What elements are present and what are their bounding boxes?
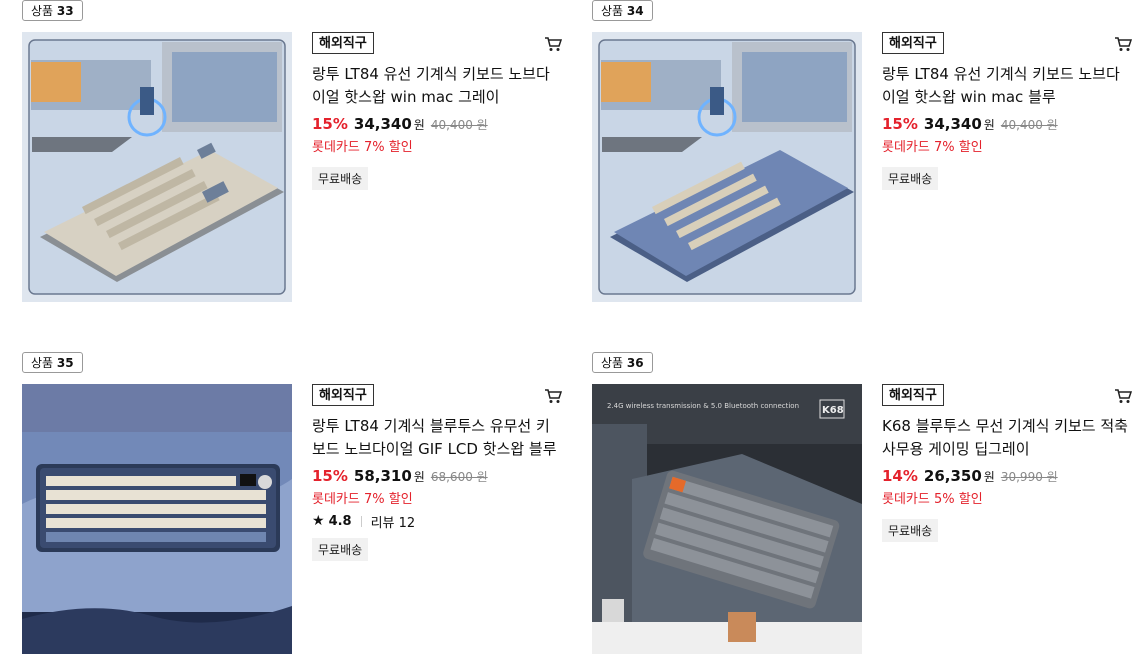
rating-score: 4.8 (328, 513, 352, 529)
discount-rate: 15% (312, 115, 348, 133)
price-row: 15% 34,340 원 40,400 원 (312, 115, 562, 135)
banner-text: 2.4G wireless transmission & 5.0 Bluetoo… (607, 402, 799, 410)
rating-row: ★ 4.8 리뷰 12 (312, 512, 562, 531)
rank-badge: 상품 33 (22, 0, 83, 21)
brand-logo-text: K68 (822, 405, 844, 416)
currency-label: 원 (413, 470, 425, 484)
product-card[interactable]: 상품 33 해외직구 랑투 LT84 유선 기계식 키보드 노브다이얼 핫스왑 … (22, 0, 562, 302)
original-price: 30,990 원 (1000, 470, 1058, 484)
original-price: 40,400 원 (1000, 118, 1058, 132)
rank-badge: 상품 34 (592, 0, 653, 21)
currency-label: 원 (413, 118, 425, 132)
product-title[interactable]: K68 블루투스 무선 기계식 키보드 적축 사무용 게이밍 딥그레이 (882, 415, 1132, 461)
free-shipping-badge: 무료배송 (882, 167, 939, 190)
cart-icon[interactable] (1114, 36, 1132, 52)
product-card[interactable]: 상품 34 해외직구 랑투 LT84 유선 기계식 키보드 노브다이얼 핫스왑 … (592, 0, 1132, 302)
sale-price: 26,350 (923, 467, 982, 485)
divider (360, 515, 362, 527)
free-shipping-badge: 무료배송 (312, 167, 369, 190)
product-image[interactable] (592, 32, 862, 302)
sale-price: 34,340 (353, 115, 412, 133)
review-count[interactable]: 리뷰 12 (371, 512, 416, 531)
cart-icon[interactable] (544, 388, 562, 404)
product-image[interactable] (22, 32, 292, 302)
overseas-direct-tag: 해외직구 (312, 32, 374, 54)
product-title[interactable]: 랑투 LT84 유선 기계식 키보드 노브다이얼 핫스왑 win mac 블루 (882, 63, 1132, 109)
card-discount: 롯데카드 7% 할인 (312, 492, 413, 507)
product-title[interactable]: 랑투 LT84 유선 기계식 키보드 노브다이얼 핫스왑 win mac 그레이 (312, 63, 562, 109)
product-image[interactable]: 2.4G wireless transmission & 5.0 Bluetoo… (592, 384, 862, 654)
product-card[interactable]: 상품 35 해외직구 랑투 LT84 기계식 블루투스 유무선 키보드 노브다이… (22, 352, 562, 654)
card-discount: 롯데카드 7% 할인 (882, 140, 983, 155)
overseas-direct-tag: 해외직구 (312, 384, 374, 406)
free-shipping-badge: 무료배송 (312, 538, 369, 561)
star-icon: ★ (312, 513, 325, 529)
cart-icon[interactable] (1114, 388, 1132, 404)
discount-rate: 15% (312, 467, 348, 485)
price-row: 15% 34,340 원 40,400 원 (882, 115, 1132, 135)
overseas-direct-tag: 해외직구 (882, 384, 944, 406)
cart-icon[interactable] (544, 36, 562, 52)
sale-price: 58,310 (353, 467, 412, 485)
product-title[interactable]: 랑투 LT84 기계식 블루투스 유무선 키보드 노브다이얼 GIF LCD 핫… (312, 415, 562, 461)
discount-rate: 15% (882, 115, 918, 133)
rank-badge: 상품 36 (592, 352, 653, 373)
original-price: 40,400 원 (430, 118, 488, 132)
sale-price: 34,340 (923, 115, 982, 133)
card-discount: 롯데카드 7% 할인 (312, 140, 413, 155)
discount-rate: 14% (882, 467, 918, 485)
currency-label: 원 (983, 470, 995, 484)
price-row: 15% 58,310 원 68,600 원 (312, 467, 562, 487)
price-row: 14% 26,350 원 30,990 원 (882, 467, 1132, 487)
overseas-direct-tag: 해외직구 (882, 32, 944, 54)
free-shipping-badge: 무료배송 (882, 519, 939, 542)
currency-label: 원 (983, 118, 995, 132)
product-image[interactable] (22, 384, 292, 654)
product-card[interactable]: 상품 36 2.4G wireless transmission & 5.0 B… (592, 352, 1132, 654)
original-price: 68,600 원 (430, 470, 488, 484)
rank-badge: 상품 35 (22, 352, 83, 373)
card-discount: 롯데카드 5% 할인 (882, 492, 983, 507)
